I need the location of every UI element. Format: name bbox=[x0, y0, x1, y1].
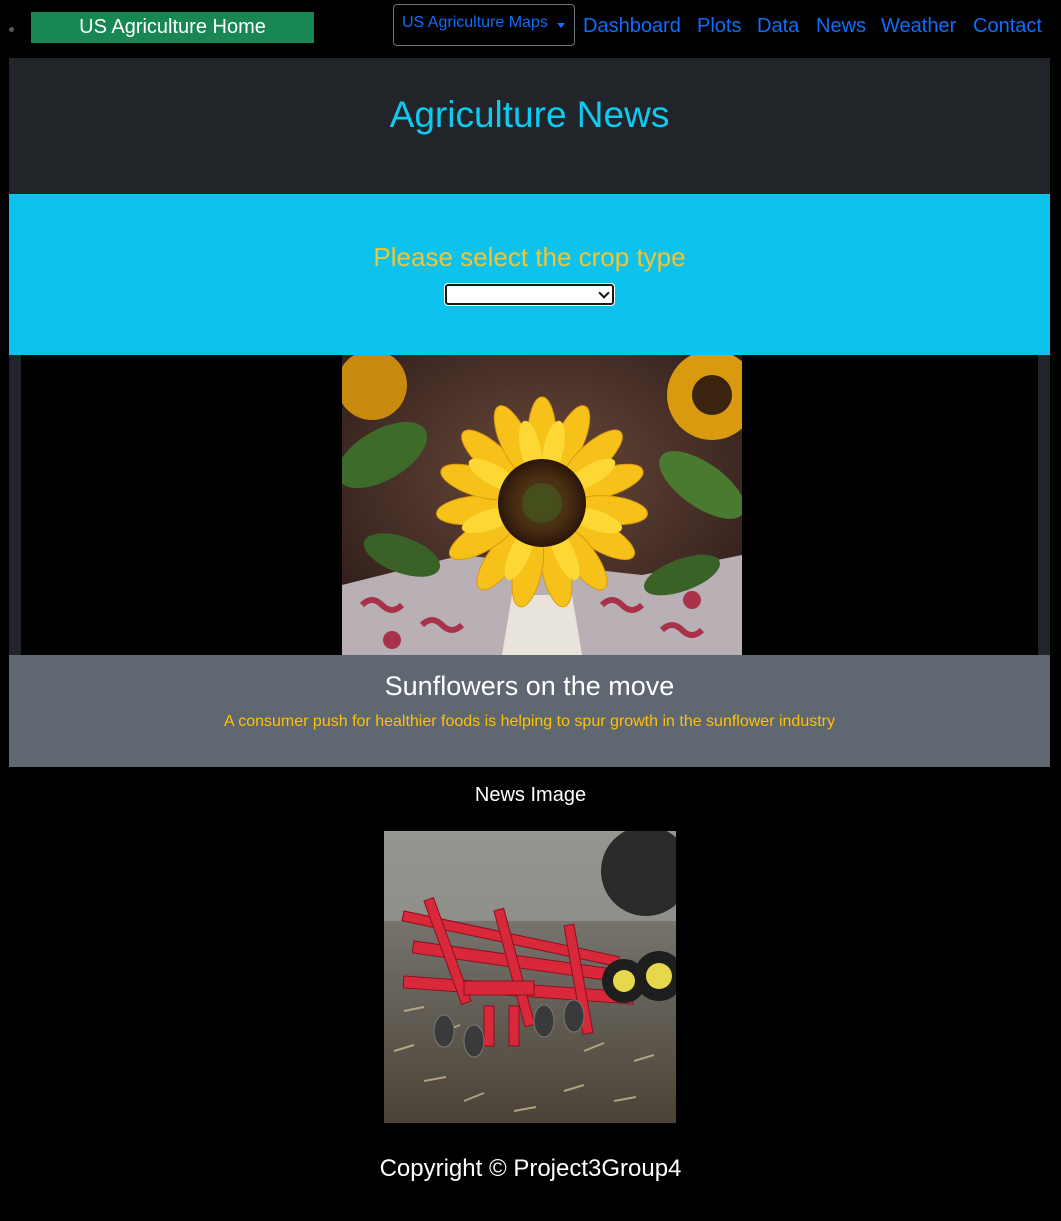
navbar: US Agriculture Home US Agriculture Maps … bbox=[0, 0, 1061, 58]
carousel-slide bbox=[21, 355, 1038, 655]
caption-text: A consumer push for healthier foods is h… bbox=[224, 713, 835, 730]
list-bullet bbox=[9, 27, 14, 32]
page-header: Agriculture News bbox=[9, 58, 1050, 194]
crop-type-select[interactable] bbox=[444, 283, 615, 306]
page-title: Agriculture News bbox=[389, 94, 670, 135]
caption-title: Sunflowers on the move bbox=[384, 671, 675, 701]
footer-copyright: Copyright © Project3Group4 bbox=[379, 1155, 682, 1182]
crop-select-prompt: Please select the crop type bbox=[373, 242, 686, 272]
nav-link-data[interactable]: Data bbox=[757, 15, 799, 38]
sunflower-image bbox=[342, 355, 742, 655]
news-image-label: News Image bbox=[474, 784, 587, 806]
news-carousel bbox=[9, 355, 1050, 655]
carousel-caption: Sunflowers on the move A consumer push f… bbox=[9, 655, 1050, 767]
crop-select-section: Please select the crop type bbox=[9, 194, 1050, 355]
nav-link-plots[interactable]: Plots bbox=[697, 15, 741, 38]
nav-link-weather[interactable]: Weather bbox=[881, 15, 956, 38]
nav-link-news[interactable]: News bbox=[816, 15, 866, 38]
home-button[interactable]: US Agriculture Home bbox=[31, 12, 314, 43]
chevron-down-icon bbox=[598, 287, 610, 299]
news-image bbox=[384, 831, 676, 1123]
maps-dropdown-button[interactable]: US Agriculture Maps bbox=[393, 4, 575, 46]
nav-link-dashboard[interactable]: Dashboard bbox=[583, 15, 681, 38]
main-container: Agriculture News Please select the crop … bbox=[9, 58, 1050, 767]
maps-dropdown-label: US Agriculture Maps bbox=[402, 14, 548, 31]
caret-down-icon bbox=[557, 23, 565, 28]
nav-link-contact[interactable]: Contact bbox=[973, 15, 1042, 38]
